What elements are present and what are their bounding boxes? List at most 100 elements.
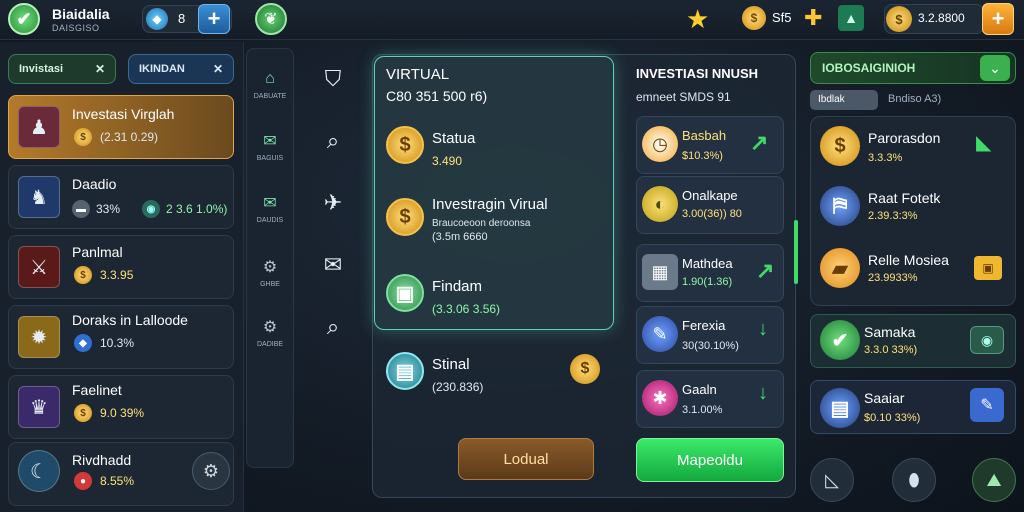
virtual-item-value-secondary: (3.5m 6660 <box>432 231 488 243</box>
location-icon[interactable]: ⬮ <box>892 458 936 502</box>
coin-icon[interactable]: $ <box>820 126 860 166</box>
coin-icon: $ <box>742 6 766 30</box>
app-logo-icon: ✔ <box>8 3 40 35</box>
add-gems-button[interactable]: + <box>198 4 230 34</box>
star-icon[interactable]: ★ <box>686 4 709 35</box>
add-money-button[interactable]: + <box>982 3 1014 35</box>
list-item-name: Daadio <box>72 176 117 192</box>
server-icon: ▦ <box>642 254 678 290</box>
bottom-item-value: (230.836) <box>432 380 484 394</box>
home-icon: ⌂ <box>265 70 275 87</box>
coin-icon: $ <box>74 404 92 422</box>
trend-up-icon: ◣ <box>976 132 992 154</box>
list-item-name: Rivdhadd <box>72 452 132 468</box>
right-card-name: Samaka <box>864 324 916 340</box>
tab-ikindan[interactable]: IKINDAN ✕ <box>128 54 234 84</box>
cart-icon: ▬ <box>72 200 90 218</box>
toggle-icon[interactable]: ◉ <box>970 326 1004 354</box>
nav-label: DADIBE <box>256 341 284 348</box>
gear-icon: ⚙ <box>262 319 278 336</box>
nav-item-inbox[interactable]: ✉ DAUDIS <box>250 188 290 238</box>
nav-item-config[interactable]: ⚙ DADIBE <box>250 312 290 362</box>
character-avatar: ♞ <box>18 176 60 218</box>
shield-icon[interactable]: ❦ <box>255 3 287 35</box>
right-list-title: INVESTIASI NNUSH <box>636 66 759 81</box>
list-item-name: Doraks in Lalloode <box>72 312 188 328</box>
coin-icon[interactable]: $ <box>570 354 600 384</box>
flower-icon: ✱ <box>642 380 678 416</box>
search-icon[interactable]: ⌕ <box>316 124 350 158</box>
basket-icon[interactable]: ⛿ <box>820 186 860 226</box>
card-value: 30(30.10%) <box>682 340 739 352</box>
leaf-icon: ✔ <box>820 320 860 360</box>
list-item-name: Investasi Virglah <box>72 106 175 122</box>
virtual-item-name: Statua <box>432 130 476 147</box>
map-icon[interactable]: ▤ <box>386 352 424 390</box>
settings-icon[interactable]: ⚙ <box>192 452 230 490</box>
map-icon[interactable]: ⛰ <box>972 458 1016 502</box>
tab-bndiso[interactable]: Bndiso A3) <box>888 93 941 105</box>
mail-icon: ✉ <box>263 195 277 212</box>
search-icon[interactable]: ⌕ <box>316 310 350 344</box>
mail-icon: ✉ <box>263 133 277 150</box>
ticket-icon[interactable]: ▣ <box>974 256 1002 280</box>
list-item-name: Faelinet <box>72 382 122 398</box>
right-item-name: Parorasdon <box>868 130 941 146</box>
nav-item-mail[interactable]: ✉ BAGUIS <box>250 126 290 176</box>
virtual-item-value: 3.490 <box>432 154 463 168</box>
list-item-value: 8.55% <box>100 474 135 488</box>
tab-label: IKINDAN <box>139 63 185 75</box>
right-card-value: $0.10 33%) <box>864 412 921 424</box>
nav-label: DAUDIS <box>256 217 284 224</box>
feather-icon: ✎ <box>642 316 678 352</box>
right-item-value: 3.3.3% <box>868 152 903 164</box>
app-subtitle: DAISGISO <box>52 23 100 33</box>
card-name: Mathdea <box>682 256 733 271</box>
money-count: 3.2.8800 <box>918 11 965 25</box>
card-name: Onalkape <box>682 188 738 203</box>
character-avatar: ♟ <box>18 106 60 148</box>
rocket-icon[interactable]: ✈ <box>316 186 350 220</box>
list-item-value: (2.31 0.29) <box>100 130 159 144</box>
trend-down-icon: ↓ <box>758 318 768 340</box>
chevron-down-icon[interactable]: ⌄ <box>980 55 1010 81</box>
mapeoldu-button[interactable]: Mapeoldu <box>636 438 784 482</box>
scrollbar[interactable] <box>794 220 798 284</box>
list-item-value: 10.3% <box>100 336 135 350</box>
vault-icon[interactable]: ⛉ <box>316 62 350 96</box>
character-avatar: ✹ <box>18 316 60 358</box>
close-icon[interactable]: ✕ <box>95 62 105 76</box>
box-icon[interactable]: ▣ <box>386 274 424 312</box>
nav-item-home[interactable]: ⌂ DABUATE <box>250 64 290 114</box>
ramp-icon[interactable]: ◺ <box>810 458 854 502</box>
tab-investasi[interactable]: Invistasi ✕ <box>8 54 116 84</box>
close-icon[interactable]: ✕ <box>213 62 223 76</box>
lodual-button[interactable]: Lodual <box>458 438 594 480</box>
coin-icon[interactable]: $ <box>386 198 424 236</box>
coin-icon[interactable]: $ <box>386 126 424 164</box>
list-item-value: 33% <box>96 202 121 216</box>
nav-label: DABUATE <box>253 93 287 100</box>
ruby-icon: ● <box>74 472 92 490</box>
virtual-item-value: (3.3.06 3.56) <box>432 302 501 316</box>
list-item-name: Panlmal <box>72 244 123 260</box>
chart-icon[interactable]: ▲ <box>838 5 864 31</box>
puzzle-icon[interactable]: ✚ <box>804 5 822 31</box>
gem-icon: ◆ <box>146 8 168 30</box>
right-item-name: Relle Mosiea <box>868 252 949 268</box>
list-item-value: 3.3.95 <box>100 268 134 282</box>
card-value: 1.90(1.36) <box>682 276 733 288</box>
mail-icon[interactable]: ✉ <box>316 248 350 282</box>
book-icon: ▤ <box>820 388 860 428</box>
lemon-icon: ◐ <box>642 186 678 222</box>
edit-icon[interactable]: ✎ <box>970 388 1004 422</box>
right-item-name: Raat Fotetk <box>868 190 941 206</box>
gold-bar-icon[interactable]: ▰ <box>820 248 860 288</box>
coin-icon: $ <box>74 128 92 146</box>
right-item-value: 23.9933% <box>868 272 918 284</box>
nav-item-settings[interactable]: ⚙ GHBE <box>250 252 290 302</box>
tab-ibdlak[interactable]: Ibdlak <box>810 90 878 110</box>
virtual-subtitle: C80 351 500 r6) <box>386 88 488 104</box>
character-avatar: ⚔ <box>18 246 60 288</box>
virtual-title: VIRTUAL <box>386 66 450 83</box>
